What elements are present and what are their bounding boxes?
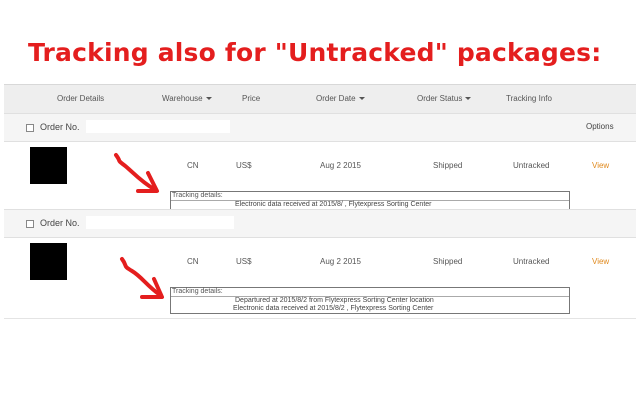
order-date-value: Aug 2 2015	[320, 161, 361, 170]
redacted-order-number	[86, 216, 234, 229]
tracking-details-box: Tracking details: Departured at 2015/8/2…	[170, 287, 570, 314]
product-thumbnail[interactable]	[30, 243, 67, 280]
tracking-details-label: Tracking details:	[171, 288, 569, 297]
sort-caret-icon	[358, 97, 365, 100]
red-arrow-icon	[114, 153, 159, 193]
tracking-event: Electronic data received at 2015/8/2 , F…	[233, 305, 434, 312]
col-order-date[interactable]: Order Date	[316, 94, 365, 103]
red-arrow-icon	[120, 257, 164, 299]
price-value: US$	[236, 257, 252, 266]
warehouse-value: CN	[187, 161, 199, 170]
tracking-event: Departured at 2015/8/2 from Flytexpress …	[235, 297, 434, 304]
view-link[interactable]: View	[592, 257, 609, 266]
redacted-order-number	[86, 120, 230, 133]
col-order-status-label: Order Status	[417, 94, 463, 103]
col-order-date-label: Order Date	[316, 94, 356, 103]
order-date-value: Aug 2 2015	[320, 257, 361, 266]
order-number-row: Order No. Options	[4, 113, 636, 142]
order-checkbox[interactable]	[26, 220, 34, 228]
col-order-details: Order Details	[57, 94, 105, 103]
table-header: Order Details Warehouse Price Order Date…	[4, 85, 636, 114]
product-thumbnail[interactable]	[30, 147, 67, 184]
tracking-info-value: Untracked	[513, 257, 550, 266]
col-warehouse-label: Warehouse	[162, 94, 203, 103]
order-number-label: Order No.	[40, 122, 80, 132]
tracking-details-box: Tracking details: Electronic data receiv…	[170, 191, 570, 209]
tracking-event: Electronic data received at 2015/8/ , Fl…	[235, 201, 432, 208]
col-tracking-info: Tracking Info	[506, 94, 552, 103]
order-checkbox[interactable]	[26, 124, 34, 132]
warehouse-value: CN	[187, 257, 199, 266]
sort-caret-icon	[465, 97, 472, 100]
orders-panel: Order Details Warehouse Price Order Date…	[4, 84, 636, 321]
order-status-value: Shipped	[433, 161, 463, 170]
tracking-info-value: Untracked	[513, 161, 550, 170]
price-value: US$	[236, 161, 252, 170]
view-link[interactable]: View	[592, 161, 609, 170]
tracking-details-label: Tracking details:	[171, 192, 569, 201]
order-number-label: Order No.	[40, 218, 80, 228]
col-price: Price	[242, 94, 261, 103]
order-status-value: Shipped	[433, 257, 463, 266]
divider	[4, 318, 636, 319]
sort-caret-icon	[205, 97, 212, 100]
col-order-status[interactable]: Order Status	[417, 94, 472, 103]
order-number-row: Order No.	[4, 209, 636, 238]
options-label: Options	[586, 122, 614, 131]
col-warehouse[interactable]: Warehouse	[162, 94, 212, 103]
promo-headline: Tracking also for "Untracked" packages:	[28, 38, 602, 67]
